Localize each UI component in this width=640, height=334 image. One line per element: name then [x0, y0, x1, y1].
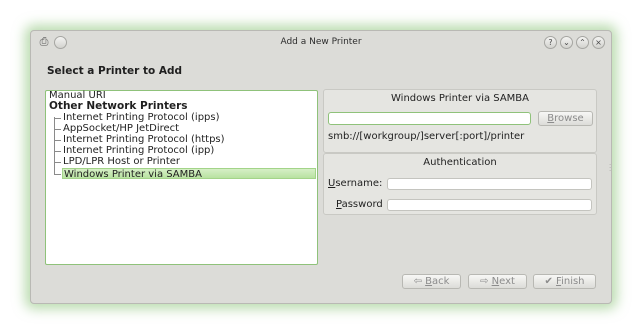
uri-input[interactable] — [328, 112, 531, 125]
close-button[interactable]: × — [592, 36, 605, 49]
tree-item-samba[interactable]: Windows Printer via SAMBA — [62, 168, 316, 180]
title-bar[interactable]: ⎙ Add a New Printer ? ⌄ ⌃ × — [31, 31, 611, 53]
arrow-left-icon: ⇦ — [413, 276, 422, 287]
tree-item-ipps[interactable]: Internet Printing Protocol (ipps) — [63, 112, 220, 123]
password-label-text: assword — [341, 199, 383, 210]
splitter-handle[interactable]: · · · — [609, 162, 612, 175]
tree-item-jetdirect[interactable]: AppSocket/HP JetDirect — [63, 123, 179, 134]
tree-item-ipp[interactable]: Internet Printing Protocol (ipp) — [63, 145, 214, 156]
window-title: Add a New Printer — [280, 37, 362, 47]
arrow-right-icon: ⇨ — [480, 276, 489, 287]
authentication-group: Authentication Username: Password — [323, 153, 597, 215]
next-button[interactable]: ⇨ Next — [468, 274, 527, 289]
page-heading: Select a Printer to Add — [47, 65, 183, 77]
browse-button[interactable]: Browse — [538, 111, 593, 126]
tree-branch-line — [54, 140, 61, 141]
checkmark-icon: ✔ — [544, 276, 553, 287]
add-printer-dialog: ⎙ Add a New Printer ? ⌄ ⌃ × Select a Pri… — [30, 30, 612, 304]
printer-type-tree[interactable]: Manual URI Other Network Printers Intern… — [45, 90, 318, 265]
finish-label: inish — [561, 276, 585, 287]
help-button[interactable]: ? — [544, 36, 557, 49]
back-mnemonic: B — [425, 276, 433, 287]
username-label-text: sername: — [335, 178, 383, 189]
back-label: ack — [432, 276, 450, 287]
maximize-button[interactable]: ⌃ — [576, 36, 589, 49]
tree-branch-line — [54, 129, 61, 130]
next-label: ext — [499, 276, 515, 287]
finish-button[interactable]: ✔ Finish — [533, 274, 596, 289]
password-label: Password — [336, 199, 383, 210]
uri-format-hint: smb://[workgroup/]server[:port]/printer — [328, 131, 525, 142]
tree-group-network-printers[interactable]: Other Network Printers — [49, 101, 188, 112]
tree-branch-line — [54, 118, 61, 119]
next-mnemonic: N — [491, 276, 500, 287]
browse-label: rowse — [554, 113, 584, 124]
tree-branch-line — [54, 117, 55, 175]
password-field[interactable] — [387, 199, 592, 211]
username-field[interactable] — [387, 178, 592, 190]
tree-item-lpd[interactable]: LPD/LPR Host or Printer — [63, 156, 180, 167]
samba-uri-panel: Windows Printer via SAMBA Browse smb://[… — [323, 89, 597, 153]
authentication-title: Authentication — [423, 157, 497, 168]
username-label: Username: — [328, 178, 382, 189]
tree-branch-line — [54, 174, 61, 175]
tree-item-https[interactable]: Internet Printing Protocol (https) — [63, 134, 225, 145]
tree-branch-line — [54, 162, 61, 163]
tree-branch-line — [54, 151, 61, 152]
panel-title: Windows Printer via SAMBA — [391, 93, 529, 104]
shade-button[interactable]: ⌄ — [560, 36, 573, 49]
back-button[interactable]: ⇦ Back — [402, 274, 461, 289]
